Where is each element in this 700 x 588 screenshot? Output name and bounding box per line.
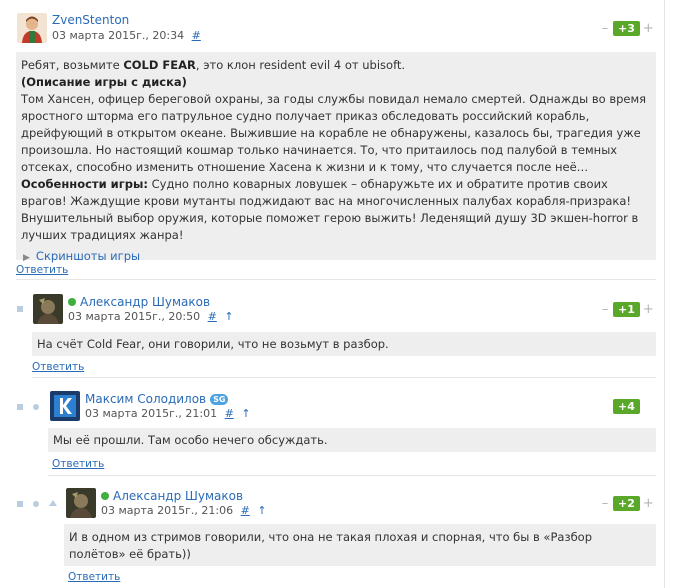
comment-date: 03 марта 2015г., 21:01 # ↑ <box>85 407 251 420</box>
thread-marker-icon <box>17 306 23 312</box>
desc-heading: (Описание игры с диска) <box>21 74 651 91</box>
comment-date: 03 марта 2015г., 21:06 # ↑ <box>101 504 267 517</box>
date-text: 03 марта 2015г., 21:06 <box>101 504 234 517</box>
screenshots-toggle[interactable]: ▶ Скриншоты игры <box>21 248 651 267</box>
chevron-right-icon: ▶ <box>23 253 30 263</box>
reply-link[interactable]: Ответить <box>32 361 84 373</box>
features: Особенности игры: Судно полно коварных л… <box>21 176 651 244</box>
parent-arrow-icon[interactable]: ↑ <box>241 407 250 420</box>
author-name-text[interactable]: Александр Шумаков <box>113 489 243 503</box>
thread-marker-icon <box>17 501 23 507</box>
vote-box: – +1 + <box>600 302 654 318</box>
avatar[interactable] <box>33 294 63 324</box>
score-badge: +2 <box>613 496 640 511</box>
avatar[interactable] <box>17 13 47 43</box>
score-badge: +1 <box>613 302 640 317</box>
right-gutter <box>664 0 700 588</box>
comment-text: Мы её прошли. Там особо нечего обсуждать… <box>53 433 328 447</box>
divider <box>16 279 656 280</box>
author-name[interactable]: Александр Шумаков <box>101 489 243 503</box>
comment-body: На счёт Cold Fear, они говорили, что не … <box>32 332 656 356</box>
comment-text: На счёт Cold Fear, они говорили, что не … <box>37 337 389 351</box>
score-badge: +4 <box>613 399 640 414</box>
vote-up-button[interactable]: + <box>643 496 654 511</box>
divider <box>48 475 656 476</box>
permalink[interactable]: # <box>192 29 201 42</box>
vote-box: – +3 + <box>600 21 654 37</box>
vote-down-button[interactable]: – <box>600 302 610 317</box>
avatar[interactable] <box>50 391 80 421</box>
thread-marker-icon <box>17 404 23 410</box>
comment-date: 03 марта 2015г., 20:34 # <box>52 29 201 42</box>
parent-arrow-icon[interactable]: ↑ <box>224 310 233 323</box>
reply-link[interactable]: Ответить <box>52 458 104 470</box>
permalink[interactable]: # <box>208 310 217 323</box>
vote-up-button[interactable]: + <box>643 302 654 317</box>
thread-marker-icon <box>33 501 39 507</box>
features-heading: Особенности игры: <box>21 177 148 191</box>
author-name[interactable]: ZvenStenton <box>52 13 129 27</box>
comment-body: Ребят, возьмите COLD FEAR, это клон resi… <box>16 52 656 263</box>
date-text: 03 марта 2015г., 21:01 <box>85 407 218 420</box>
sg-badge: SG <box>210 394 229 405</box>
intro-line: Ребят, возьмите COLD FEAR, это клон resi… <box>21 57 651 74</box>
comment-text: И в одном из стримов говорили, что она н… <box>69 530 592 561</box>
game-title: COLD FEAR <box>123 58 196 72</box>
vote-box: – +2 + <box>600 496 654 512</box>
date-text: 03 марта 2015г., 20:34 <box>52 29 185 42</box>
permalink[interactable]: # <box>225 407 234 420</box>
screenshots-link[interactable]: Скриншоты игры <box>36 249 140 263</box>
thread-marker-icon <box>33 404 39 410</box>
parent-arrow-icon[interactable]: ↑ <box>257 504 266 517</box>
desc-heading-text: (Описание игры с диска) <box>21 75 187 89</box>
author-name-text[interactable]: Александр Шумаков <box>80 295 210 309</box>
permalink[interactable]: # <box>241 504 250 517</box>
vote-up-button[interactable]: + <box>643 21 654 36</box>
online-status-icon <box>68 298 76 306</box>
vote-down-button[interactable]: – <box>600 21 610 36</box>
author-name[interactable]: Максим Солодилов SG <box>85 392 229 406</box>
reply-link[interactable]: Ответить <box>16 264 68 276</box>
divider <box>32 377 656 378</box>
desc-text: Том Хансен, офицер береговой охраны, за … <box>21 92 647 174</box>
vote-box: –+4+ <box>600 399 653 415</box>
vote-down-button[interactable]: – <box>600 496 610 511</box>
author-name-text[interactable]: Максим Солодилов <box>85 392 206 406</box>
score-badge: +3 <box>613 21 640 36</box>
thread-marker-icon <box>49 500 57 506</box>
intro-suffix: , это клон resident evil 4 от ubisoft. <box>195 58 406 72</box>
reply-link[interactable]: Ответить <box>68 571 120 583</box>
author-name[interactable]: Александр Шумаков <box>68 295 210 309</box>
online-status-icon <box>101 492 109 500</box>
date-text: 03 марта 2015г., 20:50 <box>68 310 201 323</box>
intro-prefix: Ребят, возьмите <box>21 58 124 72</box>
comment-body: Мы её прошли. Там особо нечего обсуждать… <box>48 428 656 452</box>
comment-date: 03 марта 2015г., 20:50 # ↑ <box>68 310 234 323</box>
avatar[interactable] <box>66 488 96 518</box>
comment-body: И в одном из стримов говорили, что она н… <box>64 524 656 566</box>
